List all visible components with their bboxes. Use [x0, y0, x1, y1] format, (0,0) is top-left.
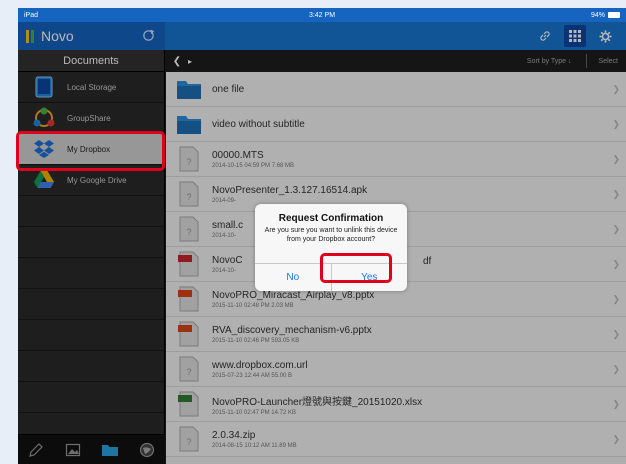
dialog-message: Are you sure you want to unlink this dev…: [264, 227, 398, 243]
battery-indicator: 94%: [591, 12, 620, 19]
ipad-screen: iPad 3:42 PM 94% Novo Documents Local St…: [18, 8, 626, 464]
highlight-my-dropbox: [16, 131, 165, 171]
status-bar: iPad 3:42 PM 94%: [18, 8, 626, 22]
highlight-yes-button: [320, 253, 392, 283]
battery-icon: [608, 12, 620, 18]
dialog-title: Request Confirmation: [278, 213, 384, 224]
battery-percent: 94%: [590, 11, 605, 19]
clock: 3:42 PM: [308, 11, 336, 19]
